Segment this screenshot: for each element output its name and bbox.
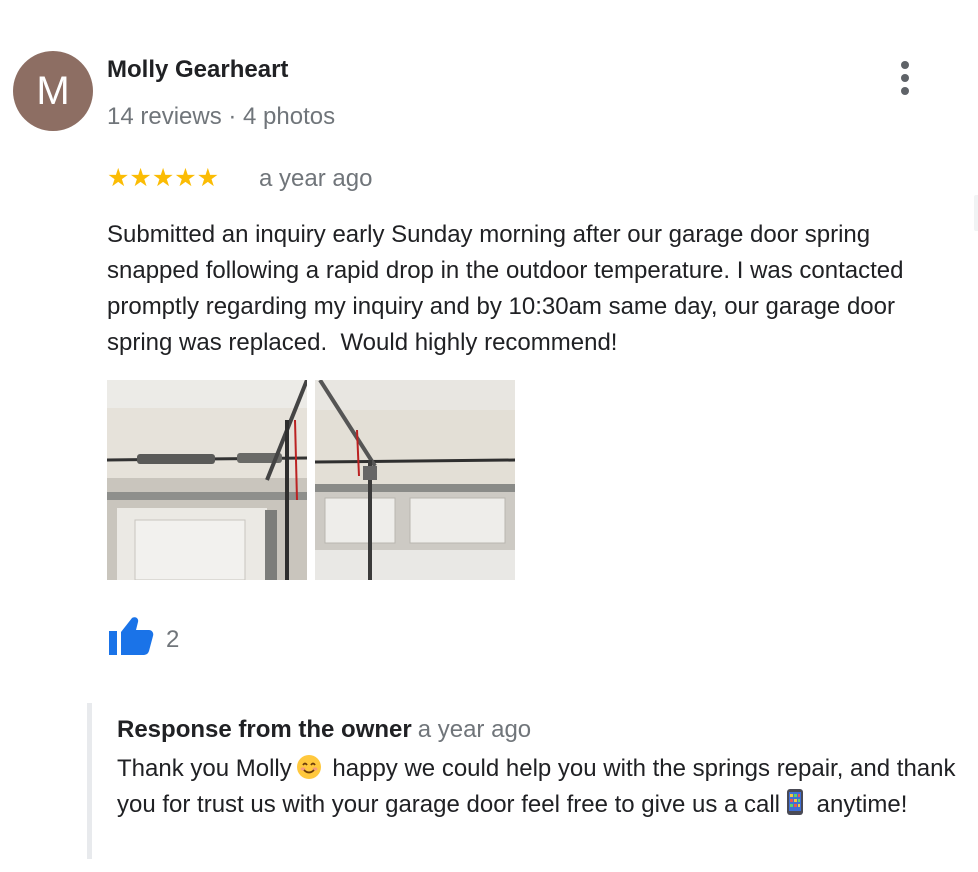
more-options-button[interactable]: [893, 58, 917, 98]
like-count: 2: [166, 626, 180, 653]
review-age: a year ago: [259, 165, 373, 192]
owner-response-header: Response from the owner a year ago: [117, 716, 531, 744]
review-photo-2[interactable]: [315, 380, 515, 580]
dot: [901, 61, 909, 69]
reviewer-avatar[interactable]: M: [13, 51, 93, 131]
response-divider: [87, 703, 92, 859]
dot: [901, 74, 909, 82]
avatar-initial: M: [36, 68, 70, 113]
response-text-part1: Thank you Molly: [117, 755, 292, 782]
owner-response-age: a year ago: [417, 716, 532, 743]
mobile-phone-emoji-icon: [787, 789, 804, 815]
owner-response-text: Thank you Molly happy we could help you …: [117, 751, 972, 823]
thumbs-up-icon[interactable]: [108, 616, 154, 656]
review-photo-1[interactable]: [107, 380, 307, 580]
reviewer-name[interactable]: Molly Gearheart: [107, 56, 288, 84]
response-text-part3: anytime!: [810, 791, 908, 818]
garage-photo-1: [107, 380, 307, 580]
scroll-edge: [974, 195, 978, 231]
garage-photo-2: [315, 380, 515, 580]
smiling-face-emoji-icon: [296, 755, 321, 779]
star-rating: ★★★★★: [107, 164, 220, 192]
owner-response-title: Response from the owner: [117, 716, 412, 743]
dot: [901, 87, 909, 95]
reviewer-stats[interactable]: 14 reviews · 4 photos: [107, 103, 335, 131]
review-text: Submitted an inquiry early Sunday mornin…: [107, 221, 911, 356]
